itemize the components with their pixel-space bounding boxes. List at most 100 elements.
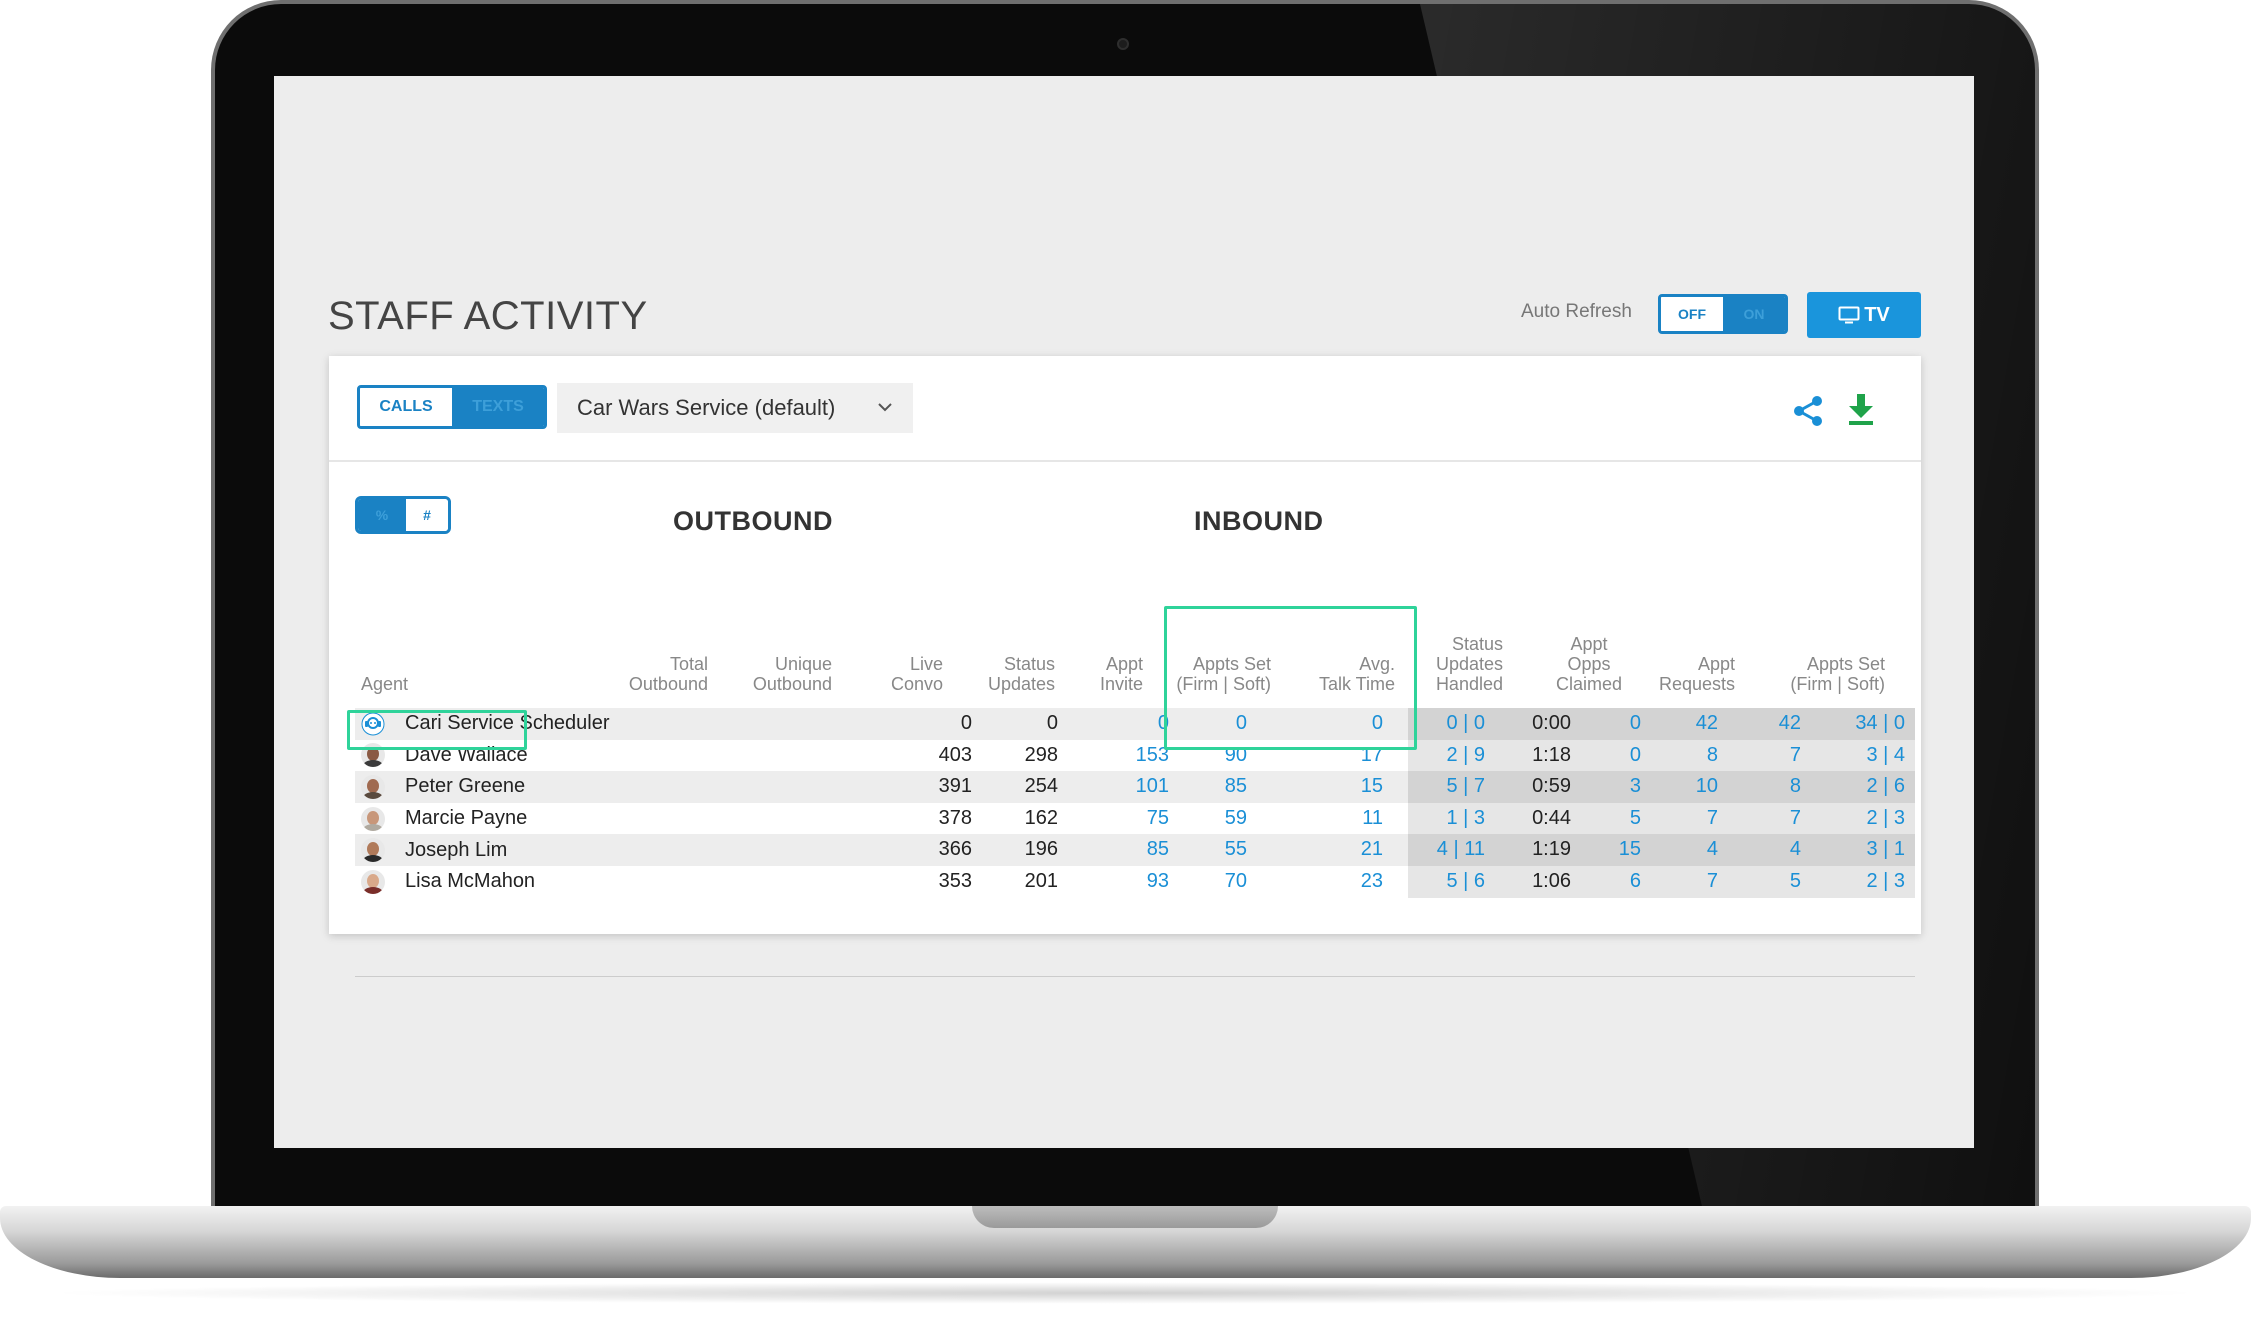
cell-handled[interactable]: 6 xyxy=(1630,866,1641,898)
percent-count-toggle[interactable]: % # xyxy=(355,496,451,534)
cell-status[interactable]: 55 xyxy=(1225,834,1247,866)
agent-name: Peter Greene xyxy=(405,775,526,798)
cell-set_out[interactable]: 5 | 6 xyxy=(1446,866,1485,898)
cell-invite[interactable]: 21 xyxy=(1361,834,1383,866)
col-status-updates-handled: Status Updates Handled xyxy=(1435,634,1503,694)
col-total-outbound: Total Outbound xyxy=(628,654,708,694)
cell-invite[interactable]: 23 xyxy=(1361,866,1383,898)
cell-live[interactable]: 75 xyxy=(1147,803,1169,835)
cell-requests[interactable]: 42 xyxy=(1779,708,1801,740)
cell-claimed[interactable]: 42 xyxy=(1696,708,1718,740)
inbound-group-title: INBOUND xyxy=(1194,506,1324,536)
cell-talk: 1:19 xyxy=(1532,838,1571,861)
calls-texts-toggle[interactable]: CALLS TEXTS xyxy=(357,385,547,429)
cell-set_out[interactable]: 1 | 3 xyxy=(1446,803,1485,835)
avatar xyxy=(361,806,385,831)
download-icon[interactable] xyxy=(1846,392,1876,426)
cell-set_in[interactable]: 2 | 3 xyxy=(1866,866,1905,898)
col-agent: Agent xyxy=(361,674,409,694)
percent-option[interactable]: % xyxy=(358,499,406,531)
agent-cell[interactable]: Marcie Payne xyxy=(355,803,527,835)
avatar xyxy=(361,838,385,863)
auto-refresh-toggle[interactable]: OFF ON xyxy=(1658,294,1788,334)
cell-status[interactable]: 70 xyxy=(1225,866,1247,898)
page-title: STAFF ACTIVITY xyxy=(328,294,648,338)
cell-requests[interactable]: 7 xyxy=(1790,803,1801,835)
cell-requests[interactable]: 5 xyxy=(1790,866,1801,898)
tv-button[interactable]: TV xyxy=(1807,292,1921,338)
table-row[interactable]: Cari Service Scheduler 0 0 0 0 0 0 | 0 0:00 0 42 4… xyxy=(355,708,1915,740)
cell-set_in[interactable]: 2 | 3 xyxy=(1866,803,1905,835)
highlight-inbound-box xyxy=(1164,606,1417,750)
cell-live[interactable]: 85 xyxy=(1147,834,1169,866)
col-appt-opps-claimed: Appt Opps Claimed xyxy=(1555,634,1622,694)
cell-handled[interactable]: 0 xyxy=(1630,740,1641,772)
cell-total: 378 xyxy=(938,806,972,829)
cell-handled[interactable]: 0 xyxy=(1630,708,1641,740)
cell-requests[interactable]: 8 xyxy=(1790,771,1801,803)
highlight-agent-box xyxy=(347,710,527,750)
laptop-notch xyxy=(972,1206,1278,1228)
cell-claimed[interactable]: 10 xyxy=(1696,771,1718,803)
agent-cell[interactable]: Joseph Lim xyxy=(355,834,507,866)
chevron-down-icon xyxy=(878,403,892,412)
cell-status[interactable]: 85 xyxy=(1225,771,1247,803)
agent-name: Marcie Payne xyxy=(405,807,528,830)
cell-total: 353 xyxy=(938,870,972,892)
agent-name: Lisa McMahon xyxy=(405,870,536,893)
cell-unique: 298 xyxy=(1024,743,1058,766)
cell-set_out[interactable]: 0 | 0 xyxy=(1446,708,1485,740)
cell-handled[interactable]: 15 xyxy=(1619,834,1641,866)
outbound-group-title: OUTBOUND xyxy=(673,506,833,536)
agent-cell[interactable]: Lisa McMahon xyxy=(355,866,535,898)
auto-refresh-on[interactable]: ON xyxy=(1723,297,1785,331)
webcam xyxy=(1117,38,1129,50)
cell-claimed[interactable]: 7 xyxy=(1707,803,1718,835)
agent-cell[interactable]: Peter Greene xyxy=(355,771,525,803)
avatar xyxy=(361,869,385,894)
avatar xyxy=(361,774,385,799)
cell-requests[interactable]: 7 xyxy=(1790,740,1801,772)
cell-set_in[interactable]: 3 | 4 xyxy=(1866,740,1905,772)
table-row[interactable]: Joseph Lim 366 196 85 55 21 4 | 11 1:19 15 4 4 3 | … xyxy=(355,834,1915,866)
count-option[interactable]: # xyxy=(406,499,448,531)
cell-talk: 0:00 xyxy=(1532,712,1571,734)
texts-tab[interactable]: TEXTS xyxy=(452,388,544,426)
table-row[interactable]: Dave Wallace 403 298 153 90 17 2 | 9 1:18 0 8 7 3 |… xyxy=(355,739,1915,772)
cell-claimed[interactable]: 4 xyxy=(1707,834,1718,866)
share-icon[interactable] xyxy=(1791,394,1825,428)
table-row[interactable]: Lisa McMahon 353 201 93 70 23 5 | 6 1:06 6 7 5 2 | … xyxy=(355,866,1915,898)
table-row[interactable]: Marcie Payne 378 162 75 59 11 1 | 3 0:44 5 7 7 2 | … xyxy=(355,802,1915,835)
cell-set_in[interactable]: 3 | 1 xyxy=(1866,834,1905,866)
cell-unique: 162 xyxy=(1024,806,1058,829)
cell-invite[interactable]: 11 xyxy=(1362,803,1383,835)
report-dropdown-value: Car Wars Service (default) xyxy=(577,395,836,420)
cell-set_in[interactable]: 34 | 0 xyxy=(1855,708,1905,740)
cell-set_in[interactable]: 2 | 6 xyxy=(1866,771,1905,803)
cell-status[interactable]: 59 xyxy=(1225,803,1247,835)
staff-activity-card: CALLS TEXTS Car Wars Service (default) %… xyxy=(329,356,1921,977)
cell-claimed[interactable]: 7 xyxy=(1707,866,1718,898)
table-row[interactable]: Peter Greene 391 254 101 85 15 5 | 7 0:59 3 10 8 2 … xyxy=(355,771,1915,803)
cell-set_out[interactable]: 4 | 11 xyxy=(1437,834,1485,866)
tv-icon xyxy=(1838,306,1860,324)
report-dropdown[interactable]: Car Wars Service (default) xyxy=(557,383,913,433)
col-appts-set-inbound: Appts Set (Firm | Soft) xyxy=(1790,654,1885,694)
col-appt-requests: Appt Requests xyxy=(1658,654,1735,694)
cell-live[interactable]: 101 xyxy=(1136,771,1169,803)
calls-tab[interactable]: CALLS xyxy=(360,388,452,426)
cell-unique: 254 xyxy=(1024,775,1058,798)
col-status-updates: Status Updates xyxy=(987,654,1055,694)
cell-set_out[interactable]: 5 | 7 xyxy=(1446,771,1485,803)
cell-claimed[interactable]: 8 xyxy=(1707,740,1718,772)
col-appt-invite: Appt Invite xyxy=(1099,654,1143,694)
cell-invite[interactable]: 15 xyxy=(1361,771,1383,803)
cell-handled[interactable]: 3 xyxy=(1630,771,1641,803)
cell-live[interactable]: 93 xyxy=(1147,866,1169,898)
cell-set_out[interactable]: 2 | 9 xyxy=(1446,740,1485,772)
auto-refresh-off[interactable]: OFF xyxy=(1661,297,1723,331)
cell-handled[interactable]: 5 xyxy=(1630,803,1641,835)
card-toolbar: CALLS TEXTS Car Wars Service (default) xyxy=(329,356,1921,462)
cell-requests[interactable]: 4 xyxy=(1790,834,1801,866)
agent-name: Joseph Lim xyxy=(405,838,508,861)
